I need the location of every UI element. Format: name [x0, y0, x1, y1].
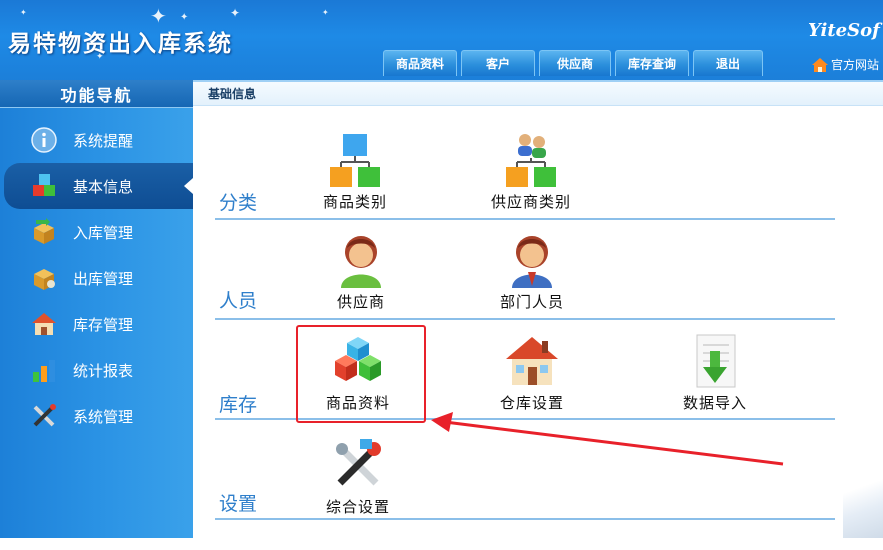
sidebar-item-label: 系统管理 [73, 407, 134, 426]
section-label-inventory: 库存 [219, 394, 258, 416]
tile-data-import[interactable]: 数据导入 [683, 333, 747, 413]
section-label-personnel: 人员 [219, 290, 258, 312]
annotation-arrow-icon [431, 412, 784, 466]
tile-general-settings[interactable]: 综合设置 [326, 437, 390, 517]
sidebar-item-inbound[interactable]: 入库管理 [0, 209, 193, 255]
sidebar-item-system-admin[interactable]: 系统管理 [0, 393, 193, 439]
tile-label: 综合设置 [326, 498, 391, 516]
box-in-icon [30, 218, 58, 246]
staff-icon [504, 232, 560, 288]
topnav-customer[interactable]: 客户 [461, 50, 535, 76]
sidebar-item-label: 统计报表 [73, 361, 134, 380]
official-site-label: 官方网站 [831, 58, 880, 72]
sidebar-item-label: 系统提醒 [73, 131, 134, 150]
tile-department-staff[interactable]: 部门人员 [500, 232, 564, 312]
sidebar-item-outbound[interactable]: 出库管理 [0, 255, 193, 301]
sparkle-icon: ✦ [322, 8, 329, 17]
sidebar-item-basic-info[interactable]: 基本信息 [4, 163, 193, 209]
sidebar-item-label: 库存管理 [73, 315, 134, 334]
tile-label: 供应商 [336, 293, 385, 311]
sidebar-item-label: 入库管理 [73, 223, 134, 242]
tools-icon [330, 437, 386, 493]
section-label-category: 分类 [219, 192, 258, 214]
box-out-icon [30, 264, 58, 292]
brand-logo-text: YiteSof [808, 20, 880, 41]
sidebar-item-system-alerts[interactable]: 系统提醒 [0, 117, 193, 163]
tile-label: 商品类别 [323, 193, 388, 211]
breadcrumb-label: 基础信息 [208, 87, 257, 101]
bar-chart-icon [30, 356, 58, 384]
app-header: ✦ ✦ ✦ ✦ ✦ ✦ 易特物资出入库系统 YiteSof 商品资料 客户 供应… [0, 0, 883, 80]
org-chart-icon [327, 132, 383, 188]
person-icon [333, 232, 389, 288]
warehouse-icon [30, 310, 58, 338]
section-label-settings: 设置 [219, 493, 258, 515]
tile-label: 部门人员 [500, 293, 565, 311]
tile-warehouse-settings[interactable]: 仓库设置 [500, 333, 564, 413]
top-nav: 商品资料 客户 供应商 库存查询 退出 [383, 50, 763, 76]
sidebar-item-label: 基本信息 [73, 177, 134, 196]
sidebar-item-inventory[interactable]: 库存管理 [0, 301, 193, 347]
section-divider [215, 318, 835, 320]
tile-label: 供应商类别 [491, 193, 572, 211]
sidebar-item-reports[interactable]: 统计报表 [0, 347, 193, 393]
annotation-highlight-box [296, 325, 426, 423]
app-title: 易特物资出入库系统 [8, 31, 233, 57]
home-icon [812, 57, 828, 72]
tools-icon [30, 402, 58, 430]
tile-supplier[interactable]: 供应商 [333, 232, 389, 312]
topnav-supplier[interactable]: 供应商 [539, 50, 611, 76]
decorative-corner [843, 468, 883, 538]
official-site-link[interactable]: 官方网站 [812, 56, 879, 73]
tile-product-category[interactable]: 商品类别 [323, 132, 387, 212]
sidebar-title: 功能导航 [0, 80, 193, 108]
sidebar-item-label: 出库管理 [73, 269, 134, 288]
sidebar-menu: 系统提醒 基本信息 入库管理 出库管理 库存管理 统计报表 系统管理 [0, 108, 193, 439]
topnav-exit[interactable]: 退出 [693, 50, 763, 76]
sidebar: 功能导航 系统提醒 基本信息 入库管理 出库管理 库存管理 统计报表 系统管理 [0, 80, 193, 538]
house-icon [504, 333, 560, 389]
main-content: 基础信息 分类 商品类别 供应商类别 人员 供应商 部门人员 库存 商品资料 仓… [193, 80, 883, 538]
sparkle-icon: ✦ [20, 8, 27, 17]
people-org-icon [503, 132, 559, 188]
info-icon [30, 126, 58, 154]
sparkle-icon: ✦ [230, 6, 241, 20]
import-doc-icon [687, 333, 743, 389]
section-divider [215, 218, 835, 220]
topnav-product-info[interactable]: 商品资料 [383, 50, 457, 76]
tile-supplier-category[interactable]: 供应商类别 [491, 132, 571, 212]
sparkle-icon: ✦ [180, 12, 189, 23]
cubes-icon [30, 172, 58, 200]
topnav-stock-query[interactable]: 库存查询 [615, 50, 689, 76]
breadcrumb: 基础信息 [193, 80, 883, 106]
